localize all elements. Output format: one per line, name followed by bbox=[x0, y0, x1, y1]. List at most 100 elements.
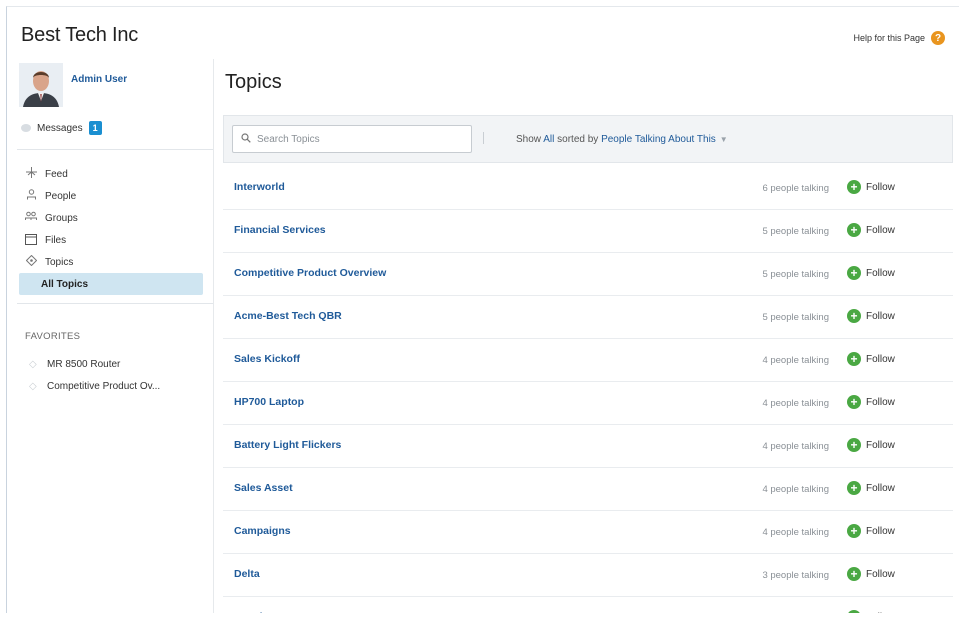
follow-label: Follow bbox=[866, 568, 895, 580]
follow-button[interactable]: + Follow bbox=[847, 180, 895, 194]
sidebar-item-topics[interactable]: Topics bbox=[7, 251, 213, 273]
sort-order-label: People Talking About This bbox=[601, 134, 716, 145]
follow-label: Follow bbox=[866, 525, 895, 537]
follow-label: Follow bbox=[866, 224, 895, 236]
follow-button[interactable]: + Follow bbox=[847, 481, 895, 495]
topic-link[interactable]: Financial Services bbox=[234, 224, 326, 236]
sidebar-item-people[interactable]: People bbox=[7, 185, 213, 207]
topic-row: Financial Services 5 people talking + Follo… bbox=[223, 210, 953, 253]
groups-icon bbox=[25, 211, 37, 225]
topic-row: Battery Light Flickers 4 people talking + F… bbox=[223, 425, 953, 468]
sidebar-item-label: Groups bbox=[45, 212, 78, 224]
sidebar-nav: Feed People Groups Files Topics All Topi… bbox=[7, 163, 213, 295]
sidebar-item-label: People bbox=[45, 190, 77, 202]
follow-label: Follow bbox=[866, 482, 895, 494]
topic-link[interactable]: Battery Light Flickers bbox=[234, 439, 341, 451]
plus-circle-icon: + bbox=[847, 266, 861, 280]
sidebar-item-label: Topics bbox=[45, 256, 74, 268]
topic-link[interactable]: Delta bbox=[234, 568, 260, 580]
topic-row: Sales Kickoff 4 people talking + Follow bbox=[223, 339, 953, 382]
follow-button[interactable]: + Follow bbox=[847, 266, 895, 280]
topic-link[interactable]: Campaigns bbox=[234, 525, 291, 537]
topic-list: Interworld 6 people talking + Follow Financi… bbox=[223, 167, 953, 613]
sidebar-item-all-topics[interactable]: All Topics bbox=[19, 273, 203, 295]
company-name: Best Tech Inc bbox=[21, 24, 139, 46]
files-icon bbox=[25, 233, 37, 248]
favorite-label: MR 8500 Router bbox=[47, 358, 121, 370]
topics-toolbar: Show All sorted by People Talking About … bbox=[223, 115, 953, 163]
sidebar-item-files[interactable]: Files bbox=[7, 229, 213, 251]
topic-row: Competitive Product Overview 5 people tal… bbox=[223, 253, 953, 296]
topic-row: HP700 Laptop 4 people talking + Follow bbox=[223, 382, 953, 425]
topic-link[interactable]: Competitive Product Overview bbox=[234, 267, 386, 279]
help-link[interactable]: Help for this Page ? bbox=[853, 31, 945, 45]
sidebar-item-label: Files bbox=[45, 234, 67, 246]
follow-label: Follow bbox=[866, 353, 895, 365]
people-talking-count: 4 people talking bbox=[762, 398, 829, 409]
follow-button[interactable]: + Follow bbox=[847, 438, 895, 452]
sidebar-item-label: Feed bbox=[45, 168, 68, 180]
people-talking-count: 4 people talking bbox=[762, 441, 829, 452]
plus-circle-icon: + bbox=[847, 610, 861, 613]
plus-circle-icon: + bbox=[847, 223, 861, 237]
sort-middle: sorted by bbox=[557, 134, 599, 145]
sidebar-item-groups[interactable]: Groups bbox=[7, 207, 213, 229]
page-title: Topics bbox=[225, 71, 282, 93]
divider bbox=[17, 149, 213, 150]
follow-label: Follow bbox=[866, 267, 895, 279]
plus-circle-icon: + bbox=[847, 180, 861, 194]
topic-link[interactable]: Sales Kickoff bbox=[234, 353, 300, 365]
follow-button[interactable]: + Follow bbox=[847, 352, 895, 366]
sidebar: Admin User Messages 1 Feed People Groups… bbox=[7, 59, 213, 613]
question-circle-icon[interactable]: ? bbox=[931, 31, 945, 45]
sort-prefix: Show bbox=[516, 134, 542, 145]
person-icon bbox=[25, 189, 37, 203]
follow-button[interactable]: + Follow bbox=[847, 610, 895, 613]
toolbar-separator bbox=[483, 132, 484, 144]
messages-count-badge: 1 bbox=[88, 121, 102, 135]
diamond-icon: ◇ bbox=[29, 380, 37, 392]
messages-link[interactable]: Messages 1 bbox=[21, 121, 102, 135]
topic-row: Acme-Best Tech QBR 5 people talking + Follo… bbox=[223, 296, 953, 339]
follow-button[interactable]: + Follow bbox=[847, 395, 895, 409]
sort-order-dropdown[interactable]: People Talking About This ▼ bbox=[601, 134, 728, 145]
follow-label: Follow bbox=[866, 310, 895, 322]
messages-label: Messages bbox=[37, 122, 83, 134]
topic-link[interactable]: HP700 Laptop bbox=[234, 396, 304, 408]
topic-link[interactable]: Jet Blue bbox=[234, 611, 275, 613]
topic-link[interactable]: Sales Asset bbox=[234, 482, 293, 494]
favorite-item[interactable]: ◇ Competitive Product Ov... bbox=[7, 375, 213, 397]
search-input[interactable] bbox=[257, 133, 457, 145]
plus-circle-icon: + bbox=[847, 438, 861, 452]
sidebar-item-label: All Topics bbox=[41, 278, 89, 290]
topic-link[interactable]: Interworld bbox=[234, 181, 285, 193]
follow-label: Follow bbox=[866, 181, 895, 193]
favorite-label: Competitive Product Ov... bbox=[47, 380, 161, 392]
divider bbox=[17, 303, 213, 304]
filter-all-link[interactable]: All bbox=[543, 134, 554, 145]
topic-row: Jet Blue3 people talking+Follow bbox=[223, 597, 953, 613]
favorite-item[interactable]: ◇ MR 8500 Router bbox=[7, 353, 213, 375]
diamond-icon: ◇ bbox=[29, 358, 37, 370]
follow-button[interactable]: + Follow bbox=[847, 223, 895, 237]
people-talking-count: 4 people talking bbox=[762, 484, 829, 495]
topic-row: Campaigns 4 people talking + Follow bbox=[223, 511, 953, 554]
people-talking-count: 3 people talking bbox=[762, 570, 829, 581]
user-name-link[interactable]: Admin User bbox=[71, 74, 127, 85]
people-talking-count: 4 people talking bbox=[762, 527, 829, 538]
search-box[interactable] bbox=[232, 125, 472, 153]
follow-button[interactable]: + Follow bbox=[847, 524, 895, 538]
follow-button[interactable]: + Follow bbox=[847, 567, 895, 581]
sidebar-item-feed[interactable]: Feed bbox=[7, 163, 213, 185]
follow-label: Follow bbox=[866, 612, 895, 614]
topic-link[interactable]: Acme-Best Tech QBR bbox=[234, 310, 342, 322]
avatar[interactable] bbox=[19, 63, 63, 107]
favorites-header: FAVORITES bbox=[25, 331, 81, 342]
chevron-down-icon: ▼ bbox=[719, 135, 728, 144]
message-bubble-icon bbox=[21, 124, 31, 132]
people-talking-count: 5 people talking bbox=[762, 226, 829, 237]
search-icon bbox=[241, 132, 251, 146]
follow-button[interactable]: + Follow bbox=[847, 309, 895, 323]
plus-circle-icon: + bbox=[847, 395, 861, 409]
people-talking-count: 6 people talking bbox=[762, 183, 829, 194]
